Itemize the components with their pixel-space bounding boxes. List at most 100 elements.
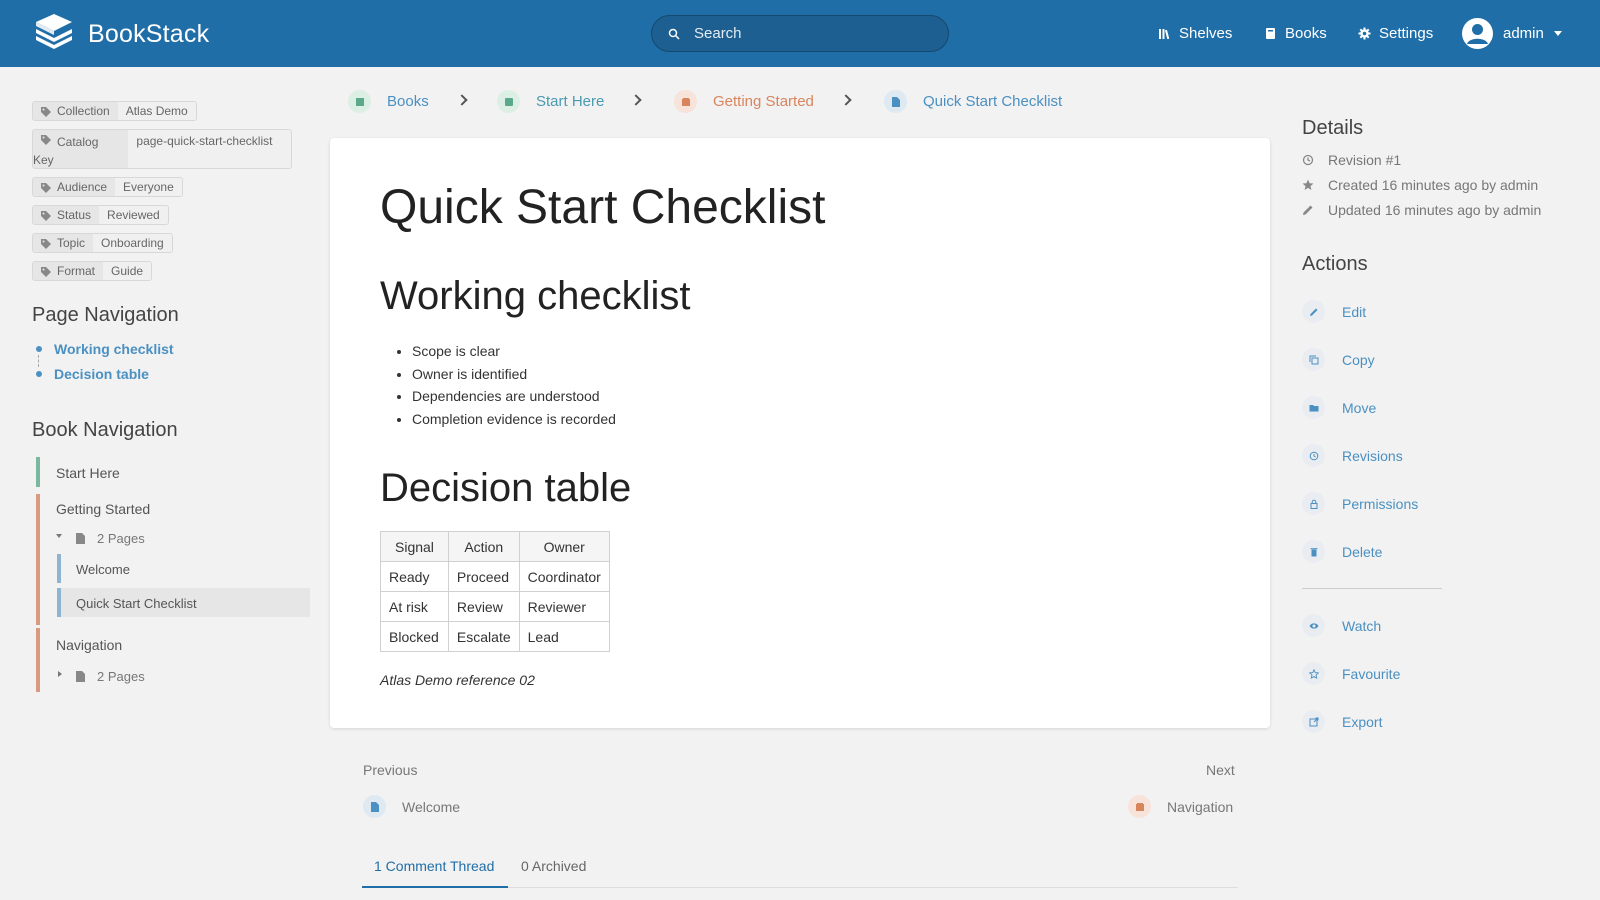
chevron-right-icon[interactable] [58,671,62,677]
table-header-cell: Action [447,531,520,562]
breadcrumb-start-here-label: Start Here [536,93,605,110]
action-permissions[interactable]: Permissions [1302,492,1418,515]
tag-collection[interactable]: Collection Atlas Demo [32,101,197,121]
table-cell: Ready [380,561,449,592]
table-cell: Blocked [380,621,449,652]
breadcrumb-start-here[interactable]: Start Here [497,90,604,113]
tag-value: Atlas Demo [117,102,196,120]
section-heading-decision-table: Decision table [380,466,632,510]
action-delete[interactable]: Delete [1302,540,1382,563]
books-icon [1266,28,1275,39]
tab-archived[interactable]: 0 Archived [521,858,586,874]
active-tab-indicator [362,886,508,888]
next-page-link[interactable]: Navigation [1128,795,1233,818]
tag-name: Status [57,208,92,222]
previous-page-link[interactable]: Welcome [363,795,460,818]
nav-connector [38,355,39,367]
pencil-icon [1303,205,1313,215]
tag-format[interactable]: Format Guide [32,261,153,281]
lock-icon [1302,492,1325,515]
book-nav-nav-pages-toggle[interactable]: 2 Pages [97,669,145,684]
chevron-down-icon[interactable] [56,534,62,538]
chevron-right-icon [630,94,642,106]
export-icon [1302,710,1325,733]
page-icon [76,671,85,682]
table-row: Ready Proceed Coordinator [380,561,610,592]
breadcrumb-getting-started[interactable]: Getting Started [674,90,814,113]
avatar [1462,18,1493,49]
copy-icon [1302,348,1325,371]
books-icon [348,90,371,113]
tab-comment-threads[interactable]: 1 Comment Thread [374,858,494,874]
nav-books-label: Books [1285,25,1327,42]
actions-title: Actions [1302,253,1368,275]
book-nav-gs-pages-toggle[interactable]: 2 Pages [97,531,145,546]
search-input[interactable] [694,25,924,42]
nav-shelves-label: Shelves [1179,25,1233,42]
table-row: At risk Review Reviewer [380,591,610,622]
action-copy[interactable]: Copy [1302,348,1375,371]
nav-shelves[interactable]: Shelves [1158,0,1232,67]
bookstack-logo-icon [36,14,72,49]
breadcrumb-quick-start-checklist[interactable]: Quick Start Checklist [884,90,1062,113]
action-revisions-label: Revisions [1342,447,1403,464]
breadcrumb-books[interactable]: Books [348,90,429,113]
tag-topic[interactable]: Topic Onboarding [32,233,173,253]
tag-name: Format [57,264,96,278]
search-box[interactable] [651,15,949,52]
table-cell: Lead [518,621,610,652]
book-indicator [36,457,40,487]
action-edit[interactable]: Edit [1302,300,1366,323]
decision-table: Signal Action Owner Ready Proceed Coordi… [380,531,610,652]
tag-audience[interactable]: Audience Everyone [32,177,183,197]
nav-settings-label: Settings [1379,25,1434,42]
book-nav-start-here[interactable]: Start Here [56,465,120,481]
detail-created: Created 16 minutes ago by admin [1302,177,1538,193]
revision-text: Revision #1 [1328,152,1402,168]
checklist: Scope is clear Owner is identified Depen… [412,340,616,430]
tag-status[interactable]: Status Reviewed [32,205,169,225]
reference-note: Atlas Demo reference 02 [380,672,535,688]
next-label: Next [1206,762,1235,778]
nav-books[interactable]: Books [1264,0,1327,67]
action-move[interactable]: Move [1302,396,1376,419]
history-icon [1302,444,1325,467]
table-header-cell: Signal [380,531,449,562]
tag-catalog-key[interactable]: Catalog Key page-quick-start-checklist [32,129,292,169]
page-nav-working-checklist[interactable]: Working checklist [54,341,174,357]
page-indicator [57,554,61,583]
book-nav-getting-started[interactable]: Getting Started [56,501,150,517]
detail-revision[interactable]: Revision #1 [1302,152,1401,168]
tag-value: Guide [103,262,152,280]
book-nav-navigation[interactable]: Navigation [56,637,122,653]
user-menu[interactable]: admin [1462,18,1562,49]
action-export[interactable]: Export [1302,710,1382,733]
table-row: Blocked Escalate Lead [380,621,610,652]
chapter-indicator [36,494,40,625]
history-icon [1302,154,1314,166]
page-icon [76,533,85,544]
action-move-label: Move [1342,399,1377,416]
pencil-icon [1302,300,1325,323]
tag-icon [41,135,51,145]
page-nav-decision-table[interactable]: Decision table [54,366,149,382]
book-nav-quick-start-checklist[interactable]: Quick Start Checklist [76,596,197,611]
table-cell: Review [447,591,520,622]
tag-value: Onboarding [93,234,172,252]
app-logo[interactable]: BookStack [32,14,209,54]
list-item: Owner is identified [412,363,616,386]
folder-icon [1302,396,1325,419]
action-revisions[interactable]: Revisions [1302,444,1403,467]
table-cell: Coordinator [518,561,610,592]
book-nav-welcome[interactable]: Welcome [76,562,130,577]
action-edit-label: Edit [1342,303,1367,320]
action-watch[interactable]: Watch [1302,614,1381,637]
updated-text: Updated 16 minutes ago by admin [1328,202,1542,218]
tag-name: Collection [57,104,110,118]
star-icon [1302,662,1325,685]
action-favourite[interactable]: Favourite [1302,662,1400,685]
nav-settings[interactable]: Settings [1358,0,1433,67]
page-icon [363,795,386,818]
previous-label: Previous [363,762,418,778]
section-heading-working-checklist: Working checklist [380,274,691,318]
